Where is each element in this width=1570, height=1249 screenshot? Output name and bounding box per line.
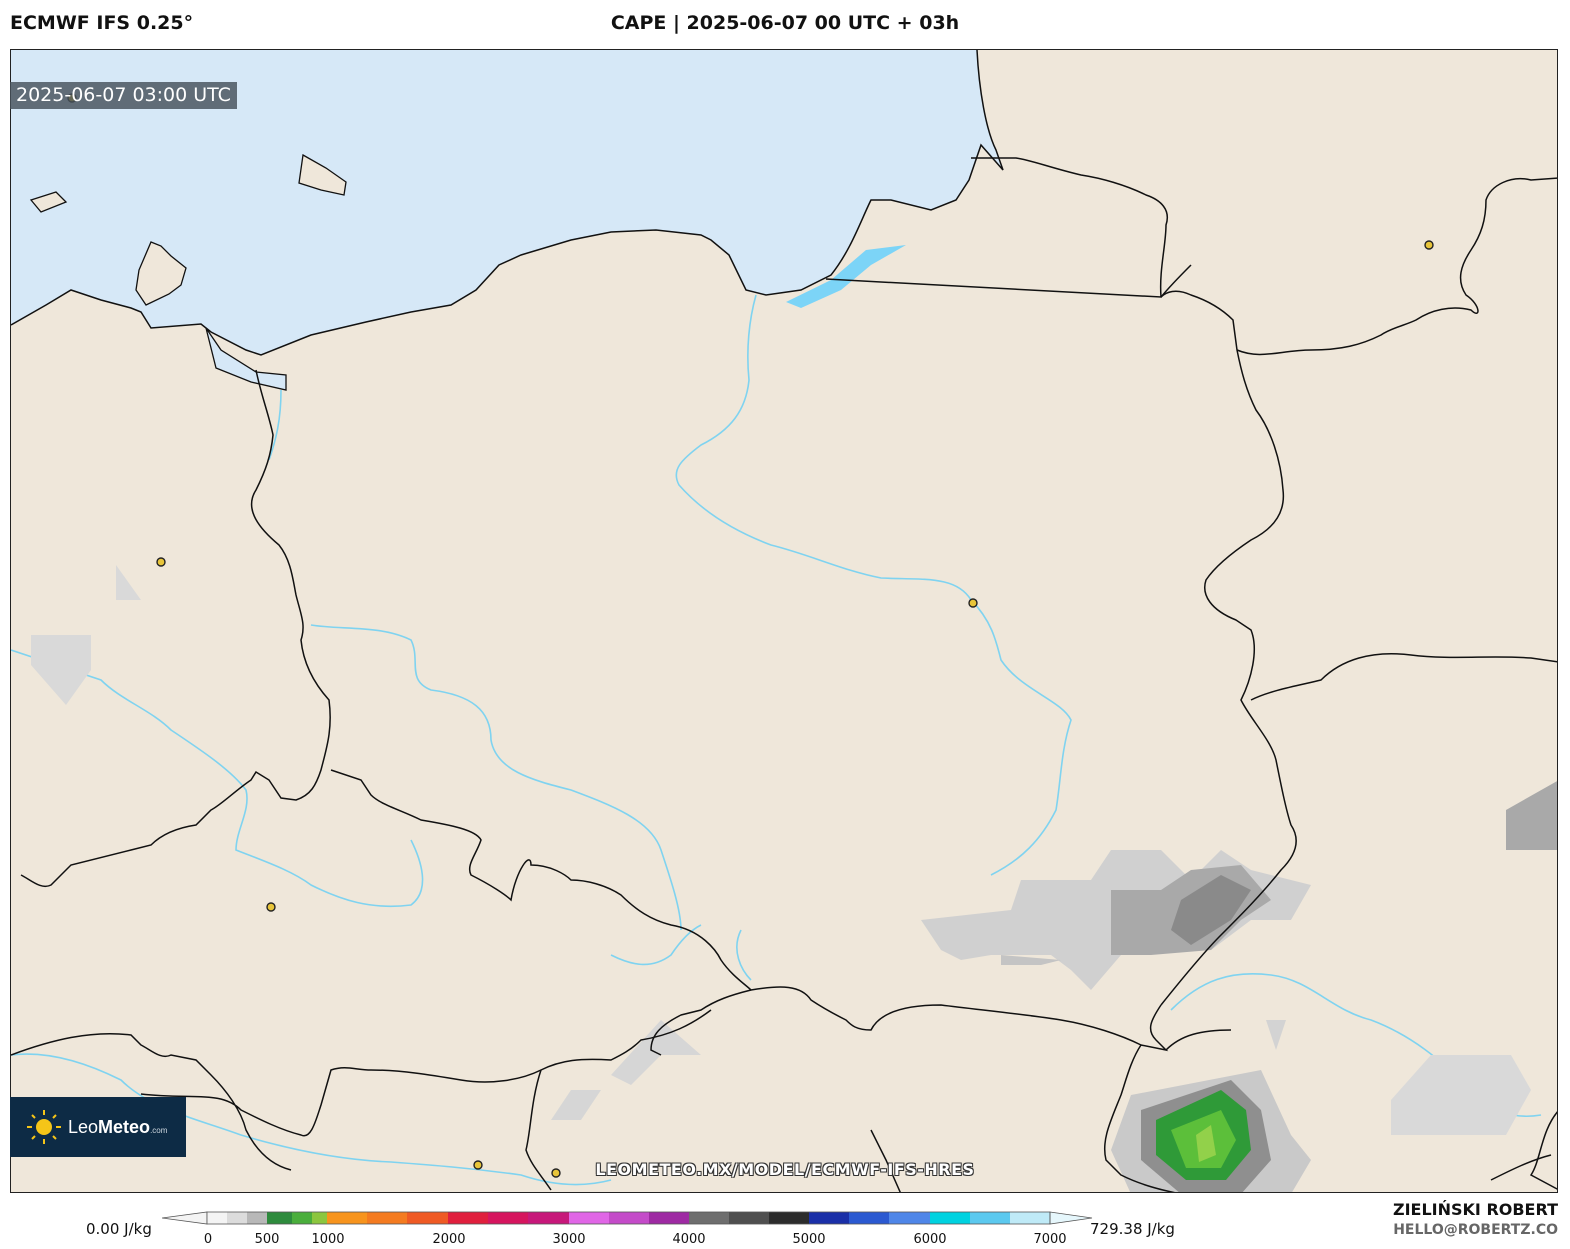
vistula-river	[675, 294, 1072, 876]
colorbar-tick: 0	[203, 1232, 213, 1247]
colorbar-tick: 5000	[792, 1232, 826, 1247]
sun-icon	[27, 1110, 61, 1144]
colorbar	[162, 1211, 1093, 1225]
map-canvas	[11, 50, 1557, 1192]
logo-text: LeoMeteo.com	[68, 1116, 168, 1137]
colorbar-tick: 6000	[913, 1232, 947, 1247]
oder-river	[268, 389, 682, 931]
watermark-url: LEOMETEO.MX/MODEL/ECMWF-IFS-HRES	[595, 1160, 975, 1179]
colorbar-tick: 4000	[672, 1232, 706, 1247]
colorbar-max-label: 729.38 J/kg	[1090, 1220, 1175, 1238]
leometeo-logo[interactable]: LeoMeteo.com	[10, 1097, 186, 1157]
rivers	[11, 294, 1542, 1186]
colorbar-tick: 2000	[432, 1232, 466, 1247]
colorbar-tick: 7000	[1033, 1232, 1067, 1247]
cape-shading	[31, 565, 1557, 1192]
author-email[interactable]: HELLO@ROBERTZ.CO	[1393, 1222, 1558, 1238]
colorbar-tick: 1000	[311, 1232, 345, 1247]
city-marker	[1424, 240, 1434, 250]
valid-time-badge: 2025-06-07 03:00 UTC	[10, 82, 237, 109]
city-marker	[266, 902, 276, 912]
city-marker	[968, 598, 978, 608]
colorbar-tick: 500	[254, 1232, 280, 1247]
map[interactable]	[10, 49, 1558, 1193]
colorbar-min-label: 0.00 J/kg	[86, 1220, 152, 1238]
city-marker	[156, 557, 166, 567]
colorbar-tick: 3000	[552, 1232, 586, 1247]
chart-title: CAPE | 2025-06-07 00 UTC + 03h	[610, 12, 960, 34]
author-name: ZIELIŃSKI ROBERT	[1392, 1200, 1558, 1219]
